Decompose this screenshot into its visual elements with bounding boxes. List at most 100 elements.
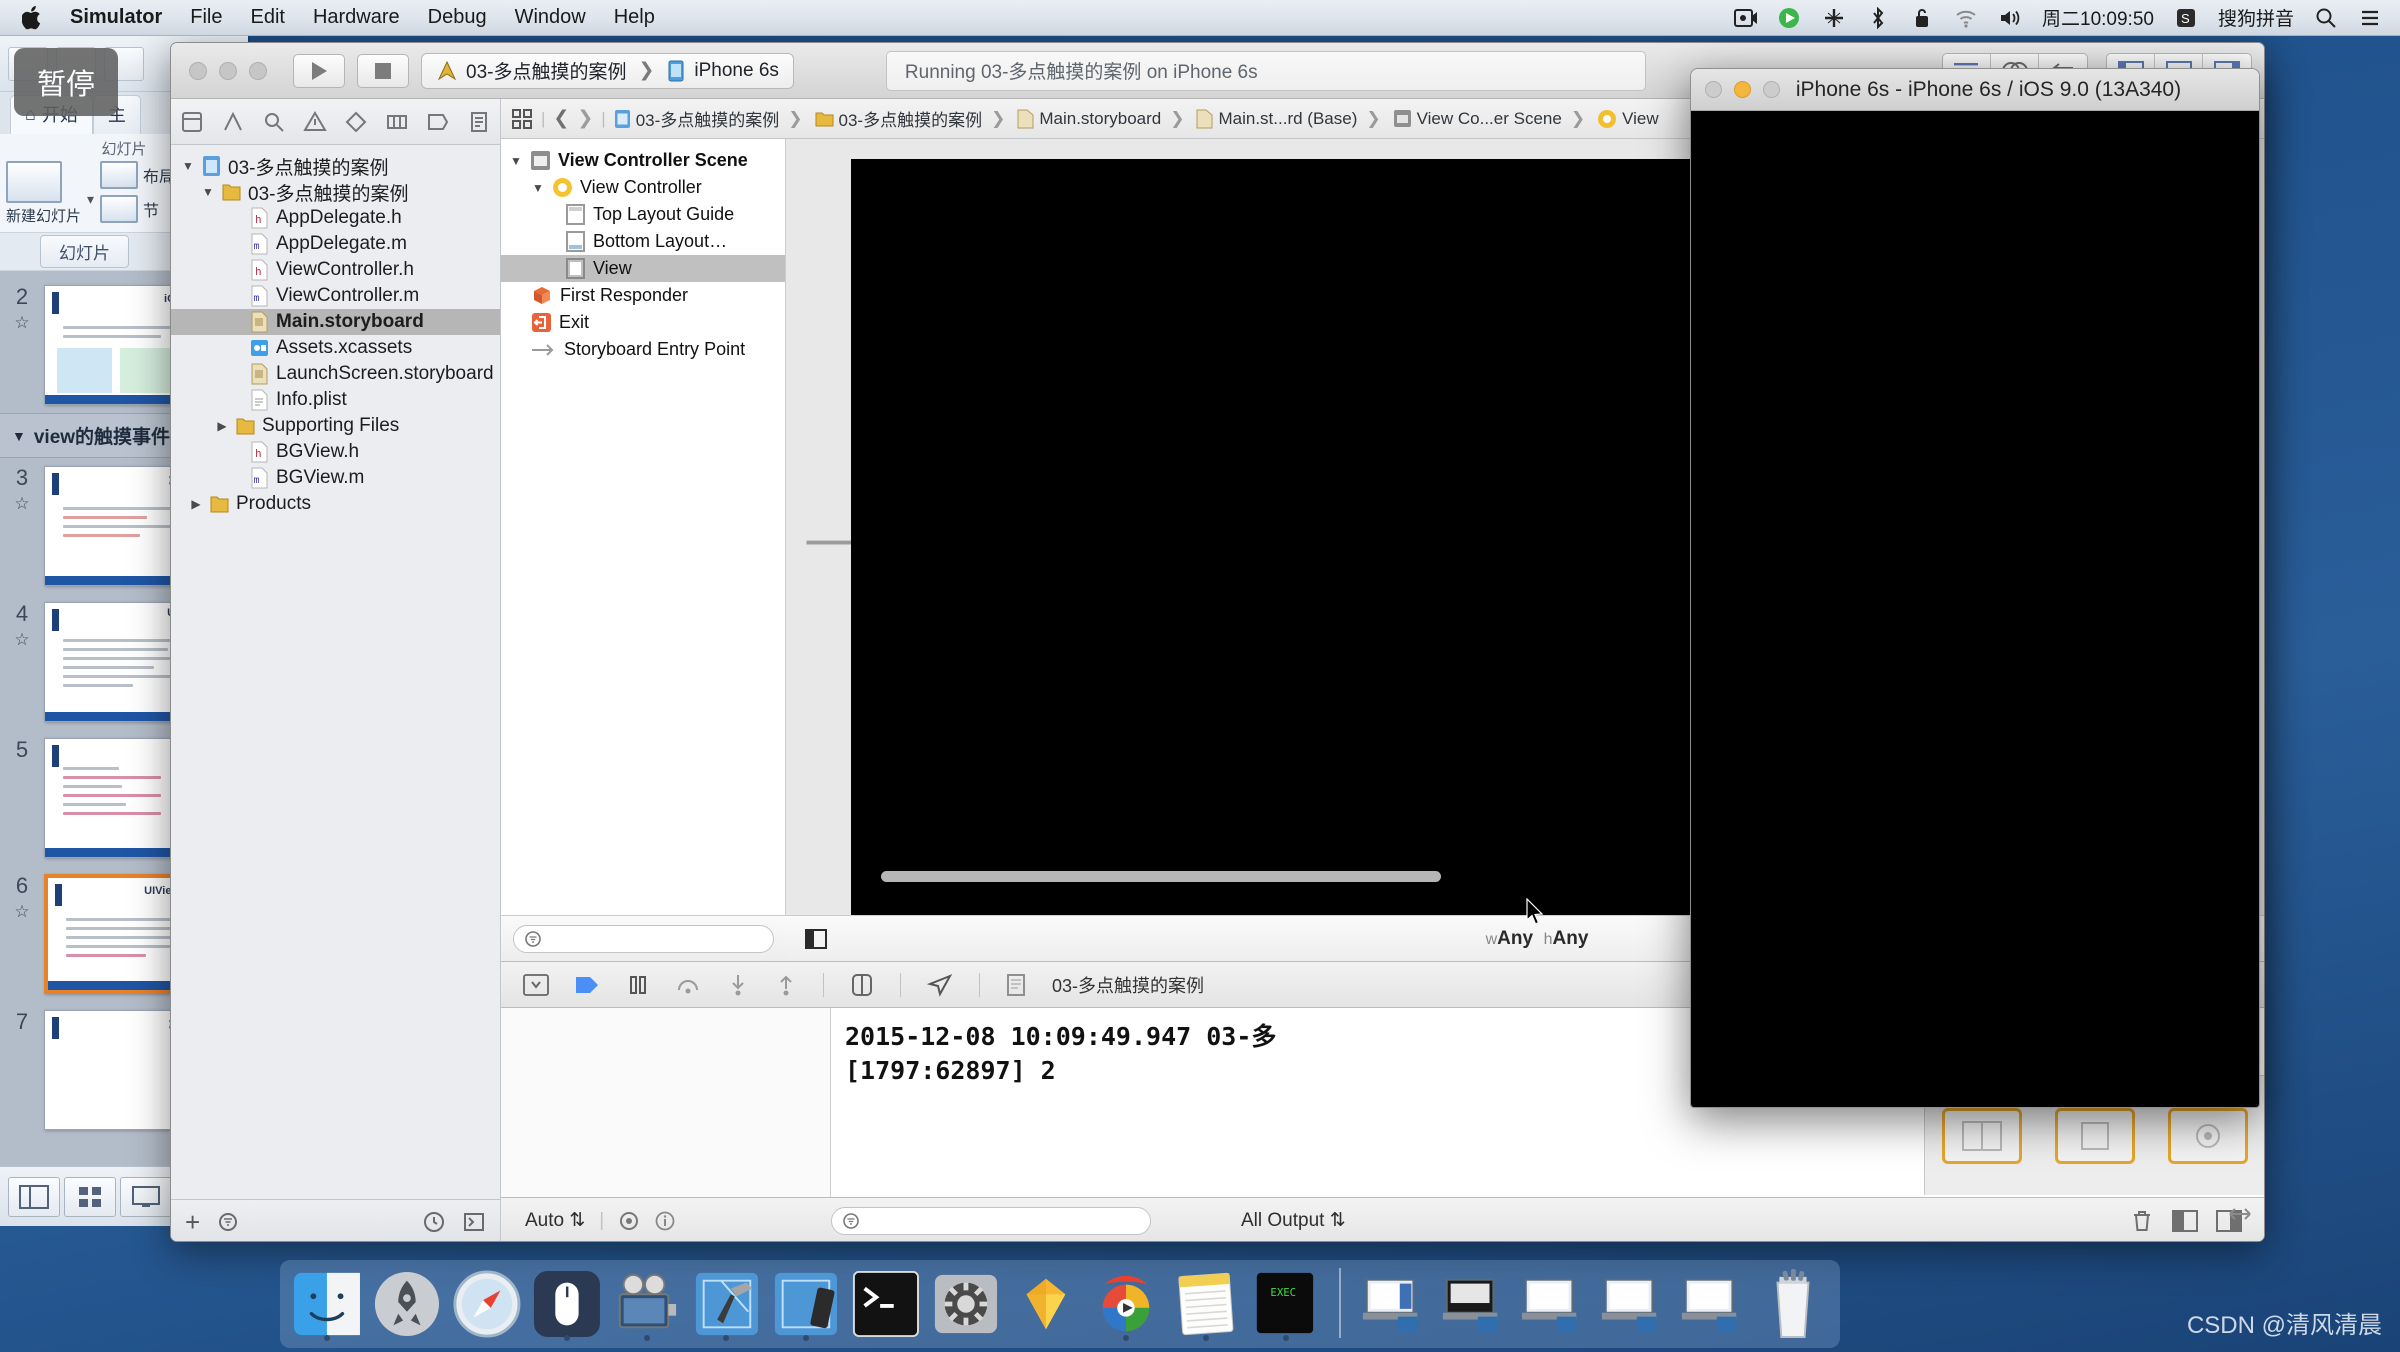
test-navigator-icon[interactable] — [343, 110, 369, 134]
dock-recent-window-5[interactable] — [1678, 1266, 1748, 1342]
symbol-navigator-icon[interactable] — [220, 110, 246, 134]
chevron-down-icon[interactable]: ▼ — [12, 428, 26, 444]
chevron-right-icon[interactable]: ▶ — [189, 497, 203, 511]
find-navigator-icon[interactable] — [261, 110, 287, 134]
ppt-layout-button[interactable]: 布局 — [100, 161, 175, 189]
tree-row-file[interactable]: h AppDelegate.h — [171, 205, 500, 231]
outline-row-bottom-layout-guide[interactable]: Bottom Layout… — [501, 228, 785, 255]
dock-item-finder[interactable] — [292, 1266, 362, 1342]
tree-row-file[interactable]: h BGView.h — [171, 439, 500, 465]
tree-row-file[interactable]: m BGView.m — [171, 465, 500, 491]
minimize-icon[interactable] — [1734, 81, 1751, 98]
bluetooth-icon[interactable] — [1866, 6, 1890, 29]
scheme-selector[interactable]: 03-多点触摸的案例 ❯ iPhone 6s — [421, 52, 794, 89]
dock-recent-window-3[interactable] — [1518, 1266, 1588, 1342]
simulator-titlebar[interactable]: iPhone 6s - iPhone 6s / iOS 9.0 (13A340) — [1691, 69, 2259, 111]
menu-item-hardware[interactable]: Hardware — [313, 6, 400, 29]
dock-item-mouse-app[interactable] — [532, 1266, 602, 1342]
close-icon[interactable] — [189, 61, 207, 80]
clock-icon[interactable] — [422, 1210, 446, 1234]
debug-view-hierarchy-icon[interactable] — [850, 973, 874, 997]
debug-navigator-icon[interactable] — [384, 110, 410, 134]
menu-item-help[interactable]: Help — [614, 6, 655, 29]
dock-item-notes[interactable] — [1171, 1266, 1241, 1342]
window-traffic-lights[interactable] — [189, 61, 267, 80]
variables-scope-selector[interactable]: Auto ⇅ — [525, 1209, 585, 1232]
console-output-filter-selector[interactable]: All Output ⇅ — [1241, 1209, 1346, 1232]
chevron-down-icon[interactable]: ▼ — [201, 185, 215, 199]
slide-sorter-icon[interactable] — [64, 1176, 116, 1217]
report-navigator-icon[interactable] — [466, 110, 492, 134]
menu-item-debug[interactable]: Debug — [428, 6, 487, 29]
dock[interactable]: EXEC — [280, 1260, 1840, 1348]
volume-icon[interactable] — [1998, 7, 2022, 29]
chevron-down-icon[interactable]: ▼ — [531, 181, 545, 195]
play-badge-icon[interactable] — [1778, 7, 1802, 29]
chevron-down-icon[interactable]: ▼ — [509, 154, 523, 168]
debug-area-statusbar[interactable]: Auto ⇅ | All Output ⇅ — [501, 1197, 2264, 1241]
resize-grip-icon[interactable] — [2226, 1200, 2254, 1233]
breadcrumb-item-group[interactable]: 03-多点触摸的案例 ❯ — [815, 106, 1010, 131]
variables-view[interactable] — [501, 1008, 831, 1197]
tree-row-file[interactable]: h ViewController.h — [171, 257, 500, 283]
lock-icon[interactable] — [1910, 7, 1934, 29]
source-control-icon[interactable] — [462, 1210, 486, 1234]
tree-row-file[interactable]: Assets.xcassets — [171, 335, 500, 361]
dock-item-trash[interactable] — [1758, 1266, 1828, 1342]
stop-button[interactable] — [357, 53, 409, 88]
dock-item-quicktime[interactable] — [612, 1266, 682, 1342]
normal-view-icon[interactable] — [8, 1176, 60, 1217]
ime-badge-icon[interactable]: S — [2174, 7, 2198, 29]
tree-row-file[interactable]: m ViewController.m — [171, 283, 500, 309]
chevron-down-icon[interactable]: ▼ — [181, 159, 195, 173]
plus-icon[interactable] — [1822, 7, 1846, 29]
forward-button[interactable]: ❯ — [577, 107, 593, 130]
menu-item-edit[interactable]: Edit — [250, 6, 284, 29]
continue-execution-icon[interactable] — [575, 974, 601, 996]
navigator-tab-bar[interactable] — [171, 99, 500, 145]
ppt-slides-pane-tab[interactable]: 幻灯片 — [40, 235, 129, 268]
ppt-section-button[interactable]: 节 — [100, 195, 175, 223]
notification-center-icon[interactable] — [2358, 7, 2382, 29]
outline-footer[interactable] — [501, 915, 786, 961]
dock-item-exec-terminal[interactable]: EXEC — [1251, 1266, 1321, 1342]
dock-item-safari[interactable] — [452, 1266, 522, 1342]
plus-icon[interactable]: + — [185, 1209, 200, 1235]
object-library-item-2[interactable] — [2054, 1107, 2135, 1164]
hide-debug-area-icon[interactable] — [523, 973, 549, 996]
storyboard-outline[interactable]: ▼ View Controller Scene ▼ View Controlle… — [501, 139, 786, 915]
info-icon[interactable] — [654, 1210, 676, 1232]
dock-item-sketch[interactable] — [1011, 1266, 1081, 1342]
trash-icon[interactable] — [2130, 1209, 2154, 1233]
menubar-status-items[interactable]: 周二10:09:50 S 搜狗拼音 — [1734, 4, 2400, 31]
project-file-tree[interactable]: ▼ 03-多点触摸的案例 ▼ 03-多点触摸的案例 h AppDelegate.… — [171, 145, 500, 1199]
tree-row-project[interactable]: ▼ 03-多点触摸的案例 — [171, 153, 500, 179]
breadcrumb-item-view[interactable]: View — [1597, 109, 1659, 129]
dock-item-terminal[interactable] — [851, 1266, 921, 1342]
simulator-window[interactable]: iPhone 6s - iPhone 6s / iOS 9.0 (13A340) — [1690, 68, 2260, 1108]
dock-recent-window-4[interactable] — [1598, 1266, 1668, 1342]
console-split-left-icon[interactable] — [2172, 1209, 2198, 1232]
dock-recent-window-2[interactable] — [1439, 1266, 1509, 1342]
macos-menubar[interactable]: Simulator File Edit Hardware Debug Windo… — [0, 0, 2400, 36]
navigator-footer[interactable]: + — [171, 1199, 500, 1241]
run-button[interactable] — [293, 53, 345, 88]
simulator-screen[interactable] — [1691, 111, 2259, 1107]
outline-row-scene[interactable]: ▼ View Controller Scene — [501, 147, 785, 174]
variables-filter-input[interactable] — [831, 1206, 1151, 1235]
chevron-right-icon[interactable]: ▶ — [215, 419, 229, 433]
tree-row-file[interactable]: LaunchScreen.storyboard — [171, 361, 500, 387]
dock-item-xcode-beta[interactable] — [771, 1266, 841, 1342]
issue-navigator-icon[interactable] — [302, 110, 328, 134]
dock-item-parallels[interactable] — [1091, 1266, 1161, 1342]
outline-row-view-controller[interactable]: ▼ View Controller — [501, 174, 785, 201]
search-icon[interactable] — [2314, 7, 2338, 29]
outline-row-first-responder[interactable]: First Responder — [501, 282, 785, 309]
tree-row-file[interactable]: m AppDelegate.m — [171, 231, 500, 257]
outline-row-exit[interactable]: Exit — [501, 309, 785, 336]
size-class-icon[interactable] — [804, 927, 828, 951]
close-icon[interactable] — [1705, 81, 1722, 98]
tree-row-products[interactable]: ▶ Products — [171, 491, 500, 517]
back-button[interactable]: ❮ — [553, 107, 569, 130]
target-icon[interactable] — [618, 1210, 640, 1232]
